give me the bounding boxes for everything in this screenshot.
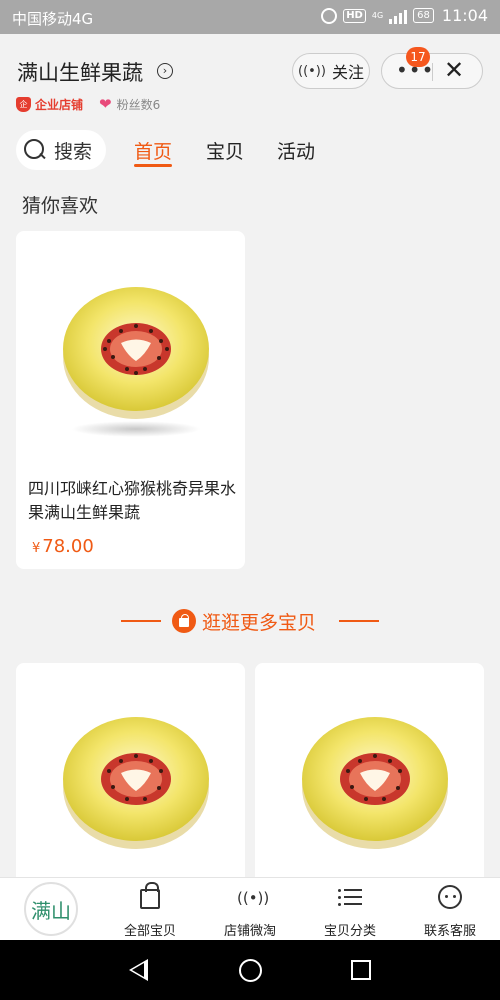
bag-icon [140,882,160,909]
shop-weitao-button[interactable]: ((•)) 店铺微淘 [210,878,290,941]
tab-events[interactable]: 活动 [277,137,315,164]
enterprise-icon: 企 [16,96,31,112]
customer-service-label: 联系客服 [423,924,476,939]
divider-line-left [121,620,161,622]
shop-bottom-bar: 满山 全部宝贝 ((•)) 店铺微淘 宝贝分类 联系客服 [0,877,500,940]
hd-icon: HD [343,8,366,23]
signal-icon [389,8,408,24]
more-items-label: 逛逛更多宝贝 [202,612,317,634]
fans-count: 粉丝数6 [116,97,161,112]
search-icon [24,139,46,161]
heart-icon: ❤ [99,95,112,113]
search-button[interactable]: 搜索 [16,130,106,170]
carrier-label: 中国移动4G [12,10,94,28]
shop-weitao-label: 店铺微淘 [223,924,276,939]
home-icon[interactable] [239,959,262,982]
tab-home[interactable]: 首页 [134,137,172,164]
battery-icon: 68 [413,8,434,23]
recents-icon[interactable] [351,960,371,980]
notification-badge: 17 [406,47,430,67]
category-button[interactable]: 宝贝分类 [310,878,390,941]
status-bar: 中国移动4G HD 4G 68 11:04 [0,0,500,34]
more-items-link[interactable]: 逛逛更多宝贝 [0,606,500,636]
broadcast-icon: ((•)) [237,889,270,907]
clock: 11:04 [441,6,488,25]
product-title: 四川邛崃红心猕猴桃奇异果水果满山生鲜果蔬 [28,479,237,522]
system-nav-bar [0,940,500,1000]
chat-face-icon [438,885,462,909]
shop-name[interactable]: 满山生鲜果蔬 [17,57,143,87]
product-image [63,717,209,849]
all-items-button[interactable]: 全部宝贝 [110,878,190,941]
enterprise-label: 企业店铺 [35,97,84,112]
list-icon [338,887,362,907]
shop-logo-text: 满山 [31,898,71,923]
search-label: 搜索 [54,140,93,163]
follow-label: 关注 [331,63,364,82]
broadcast-icon: ((•)) [298,63,326,79]
follow-button[interactable]: ((•)) 关注 [292,53,370,89]
price-value: 78.00 [42,536,94,557]
capsule-divider [432,63,433,81]
section-title: 猜你喜欢 [22,195,99,217]
product-price: ¥78.00 [32,536,94,557]
all-items-label: 全部宝贝 [123,924,176,939]
tab-items[interactable]: 宝贝 [206,137,244,164]
shopping-bag-icon [172,609,196,633]
shop-logo[interactable]: 满山 [24,882,78,936]
back-icon[interactable] [129,959,148,981]
product-card[interactable]: 四川邛崃红心猕猴桃奇异果水果满山生鲜果蔬 ¥78.00 [16,231,245,569]
chevron-right-icon[interactable]: › [157,63,173,79]
divider-line-right [339,620,379,622]
alarm-icon [321,7,338,24]
tab-active-indicator [134,164,172,167]
customer-service-button[interactable]: 联系客服 [410,878,490,941]
product-image [302,717,448,849]
product-image-shadow [71,421,201,437]
shop-badges: 企 企业店铺 ❤ 粉丝数6 [16,95,160,113]
network-label: 4G [371,10,384,20]
miniapp-capsule: ••• ✕ [381,53,483,89]
currency-symbol: ¥ [32,541,41,556]
close-icon[interactable]: ✕ [444,56,464,84]
product-image [63,287,209,419]
category-label: 宝贝分类 [323,924,376,939]
